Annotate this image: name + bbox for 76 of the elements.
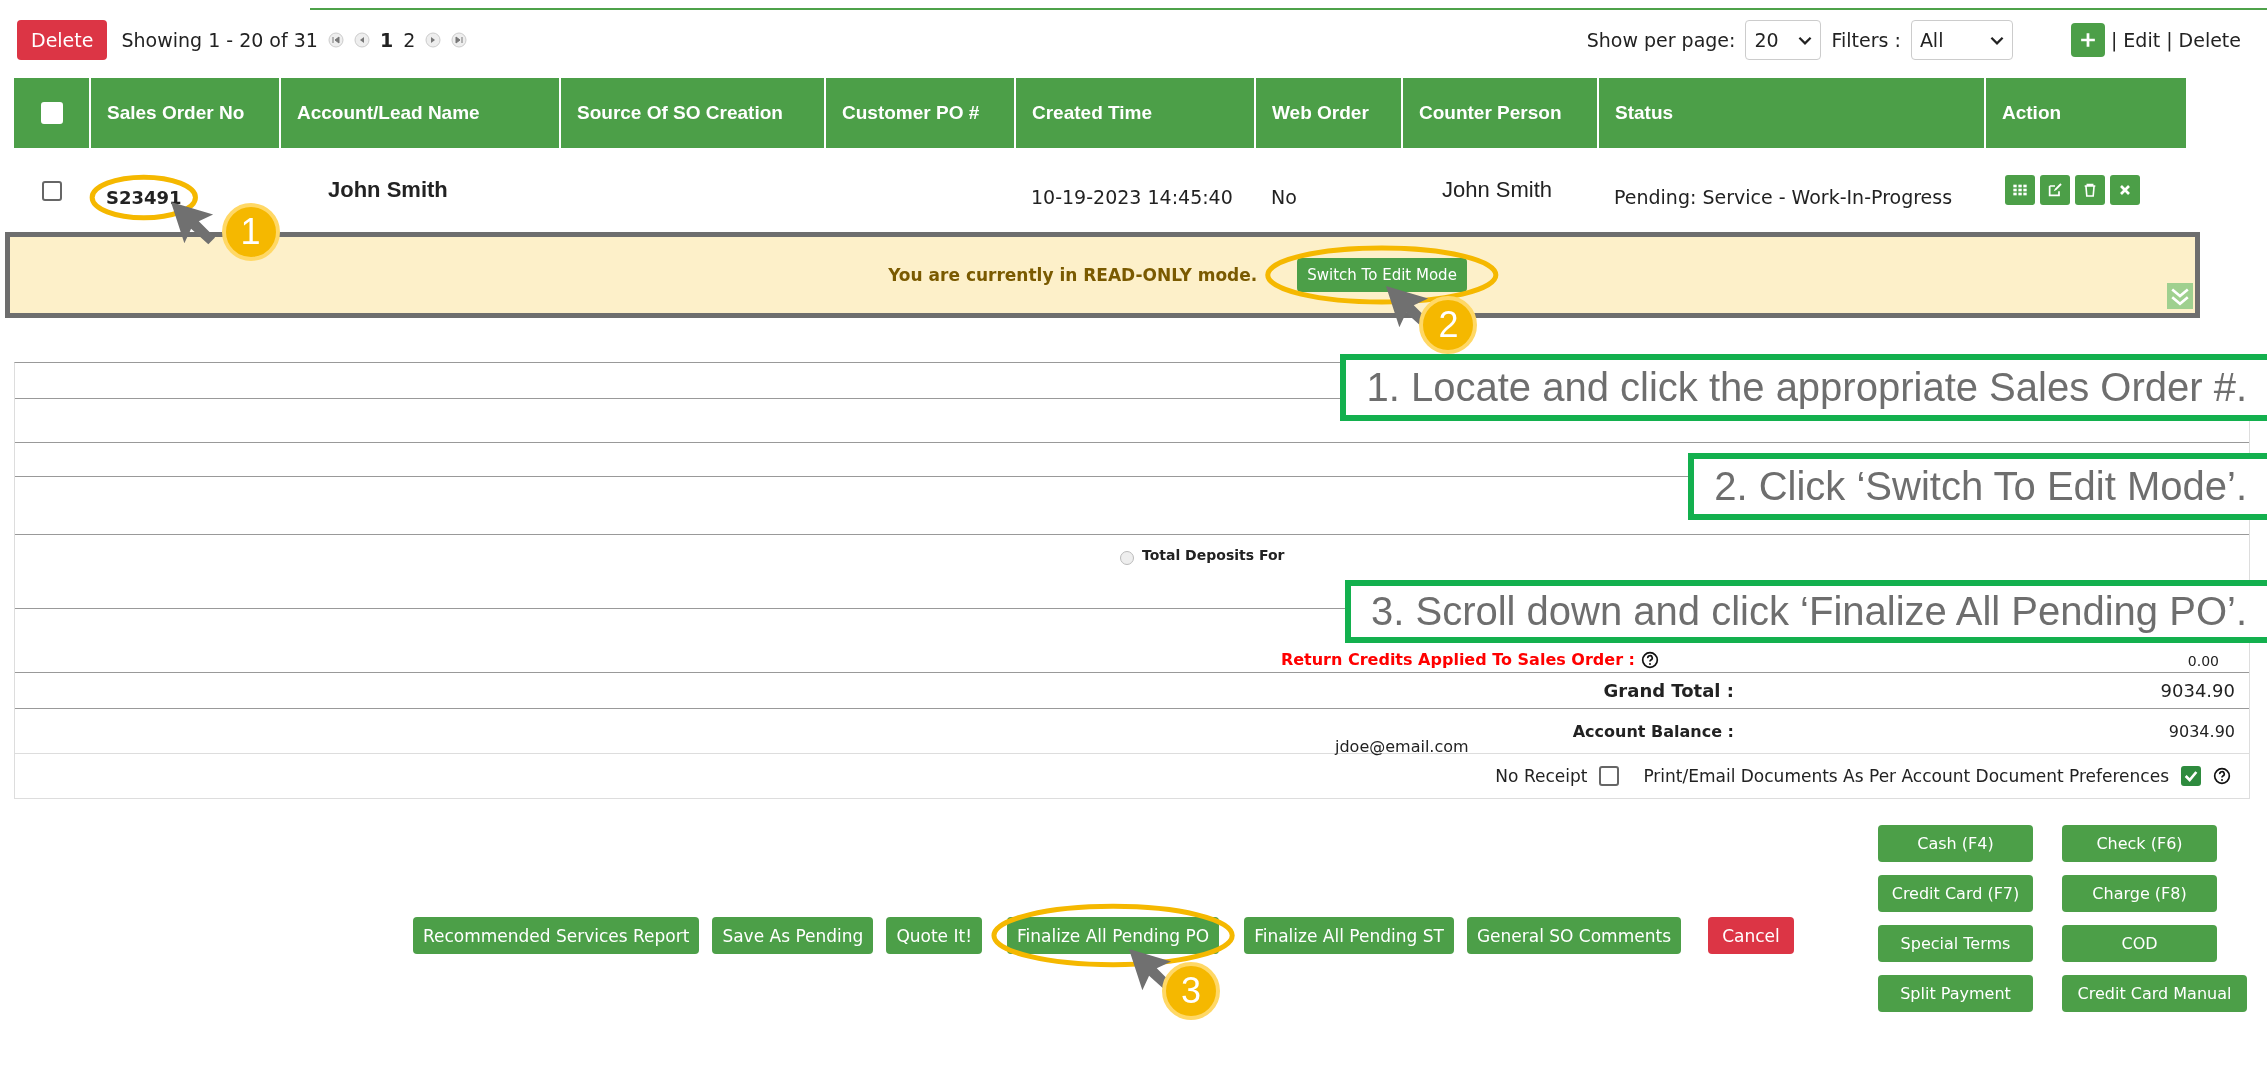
payment-button[interactable]: Cash (F4) <box>1878 825 2033 862</box>
table-cell: Pending: Service - Work-In-Progress <box>1614 186 1953 208</box>
action-button[interactable]: Finalize All Pending ST <box>1244 917 1454 954</box>
action-button[interactable]: Finalize All Pending PO <box>1007 917 1220 954</box>
column-header: Web Order <box>1255 78 1402 148</box>
switch-to-edit-button[interactable]: Switch To Edit Mode <box>1297 258 1467 292</box>
chevron-down-icon <box>1798 35 1813 45</box>
option-label: No Receipt <box>1495 766 1588 786</box>
record-count: Showing 1 - 20 of 31 <box>121 29 318 51</box>
instruction-callout: 3. Scroll down and click ‘Finalize All Pending PO’. <box>1345 580 2267 643</box>
row-checkbox[interactable] <box>42 181 62 202</box>
payment-button[interactable]: COD <box>2062 925 2217 962</box>
column-header: Created Time <box>1015 78 1255 148</box>
return-credits-label: Return Credits Applied To Sales Order : <box>1280 650 1635 669</box>
action-button[interactable]: Recommended Services Report <box>412 917 700 954</box>
payment-button[interactable]: Check (F6) <box>2062 825 2217 862</box>
customer-email: jdoe@email.com <box>1335 737 1469 756</box>
page-link[interactable]: 1 <box>379 29 394 51</box>
column-header: Customer PO # <box>825 78 1015 148</box>
read-only-message: You are currently in READ-ONLY mode. <box>888 265 1258 285</box>
deposits-label: Total Deposits For <box>1142 547 1285 563</box>
payment-button[interactable]: Charge (F8) <box>2062 875 2217 912</box>
option-checkbox[interactable] <box>1599 766 1620 786</box>
grand-total-label: Grand Total : <box>1603 680 1734 701</box>
step-number-badge: 1 <box>221 202 280 261</box>
instruction-callout: 1. Locate and click the appropriate Sales Order #. <box>1340 354 2267 421</box>
instruction-callout: 2. Click ‘Switch To Edit Mode’. <box>1688 453 2267 520</box>
step-number-badge: 3 <box>1161 962 1220 1020</box>
column-header: Sales Order No <box>90 78 280 148</box>
toolbar-link[interactable]: | Delete <box>2166 29 2241 51</box>
page-link[interactable]: 2 <box>403 29 416 51</box>
deposits-radio[interactable] <box>1120 551 1134 565</box>
help-icon[interactable] <box>1641 650 1659 669</box>
table-cell: 10-19-2023 14:45:40 <box>1031 186 1233 208</box>
chevron-down-icon <box>1989 35 2004 45</box>
grid-icon[interactable] <box>2005 175 2035 205</box>
edit-icon[interactable] <box>2040 175 2070 205</box>
column-header: Account/Lead Name <box>280 78 560 148</box>
plus-icon <box>2079 32 2096 48</box>
grand-total-value: 9034.90 <box>2160 680 2235 701</box>
toolbar-link[interactable]: | Edit <box>2110 29 2161 51</box>
select-all-checkbox[interactable] <box>40 102 63 125</box>
column-header: Action <box>1985 78 2187 148</box>
table-cell: John Smith <box>328 177 448 202</box>
filter-select[interactable]: All <box>1910 20 2013 60</box>
column-header: Source Of SO Creation <box>560 78 825 148</box>
table-cell: No <box>1271 186 1297 208</box>
account-balance-value: 9034.90 <box>2168 721 2235 741</box>
next-page-icon[interactable] <box>425 32 442 48</box>
payment-button[interactable]: Credit Card Manual <box>2062 975 2247 1012</box>
cancel-button[interactable]: Cancel <box>1708 917 1794 954</box>
help-icon[interactable] <box>2213 767 2231 785</box>
payment-button[interactable]: Special Terms <box>1878 925 2033 962</box>
first-page-icon[interactable] <box>327 32 344 48</box>
return-credits-value: 0.00 <box>2187 653 2219 669</box>
last-page-icon[interactable] <box>451 32 468 48</box>
payment-button[interactable]: Split Payment <box>1878 975 2033 1012</box>
account-balance-label: Account Balance : <box>1572 721 1734 741</box>
action-button[interactable]: General SO Comments <box>1466 917 1681 954</box>
action-button[interactable]: Save As Pending <box>712 917 874 954</box>
payment-button[interactable]: Credit Card (F7) <box>1878 875 2033 912</box>
table-cell: John Smith <box>1442 177 1553 202</box>
column-header: Counter Person <box>1402 78 1598 148</box>
column-header: Status <box>1598 78 1985 148</box>
per-page-select[interactable]: 20 <box>1745 20 1822 60</box>
per-page-label: Show per page: <box>1586 29 1736 51</box>
add-button[interactable] <box>2070 23 2105 57</box>
option-label: Print/Email Documents As Per Account Document Preferences <box>1643 766 2169 786</box>
option-checkbox[interactable] <box>2181 766 2201 786</box>
step-number-badge: 2 <box>1419 296 1478 354</box>
filters-label: Filters : <box>1831 29 1901 51</box>
trash-icon[interactable] <box>2075 175 2105 205</box>
close-icon[interactable] <box>2110 175 2140 205</box>
previous-page-icon[interactable] <box>353 32 370 48</box>
delete-button[interactable]: Delete <box>17 20 108 60</box>
action-button[interactable]: Quote It! <box>886 917 982 954</box>
